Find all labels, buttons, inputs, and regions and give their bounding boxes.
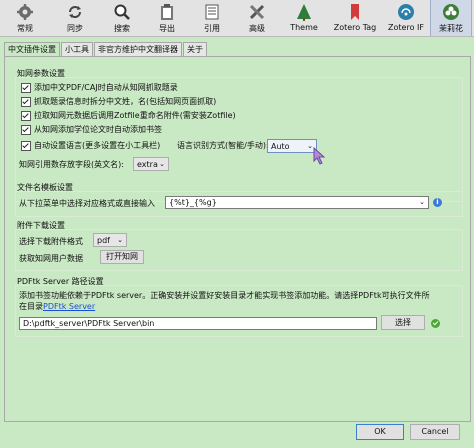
pdftk-path-input[interactable]: D:\pdftk_server\PDFtk Server\bin	[19, 317, 377, 330]
tab-tools[interactable]: 小工具	[61, 42, 93, 56]
citation-field-value: extra	[137, 160, 158, 169]
language-mode-select[interactable]: Auto ⌄	[267, 139, 317, 153]
sync-icon	[65, 2, 85, 22]
tab-unofficial-translators[interactable]: 非官方维护中文翻译器	[94, 42, 182, 56]
option-label: 抓取题录信息时拆分中文姓，名(包括知网页面抓取)	[34, 97, 217, 106]
toolbar-label: 茉莉花	[439, 24, 463, 33]
preferences-toolbar: 常规 同步 搜索 导出 引用 高级 Theme Zotero Tag Zoter…	[0, 0, 474, 37]
chevron-down-icon: ⌄	[419, 198, 425, 206]
chevron-down-icon: ⌄	[117, 236, 123, 244]
filename-label: 从下拉菜单中选择对应格式或直接输入	[19, 199, 155, 208]
checkbox[interactable]	[21, 110, 31, 121]
checkbox[interactable]	[21, 82, 31, 93]
toolbar-label: 高级	[249, 24, 265, 33]
toolbar-export[interactable]: 导出	[148, 0, 186, 36]
checkbox[interactable]	[21, 124, 31, 135]
filename-template-input[interactable]: {%t}_{%g} ⌄	[165, 196, 429, 209]
if-icon	[396, 2, 416, 22]
toolbar-search[interactable]: 搜索	[103, 0, 141, 36]
pdftk-description-line2: 在目录 PDFtk Server	[19, 301, 95, 312]
option-label: 添加中文PDF/CAJ时自动从知网抓取题录	[34, 83, 178, 92]
tab-chinese-plugin-settings[interactable]: 中文插件设置	[4, 42, 60, 57]
chevron-down-icon: ⌄	[159, 160, 165, 168]
pdftk-path-value: D:\pdftk_server\PDFtk Server\bin	[23, 319, 155, 328]
option-label: 从知网添加学位论文时自动添加书签	[34, 125, 162, 134]
toolbar-label: 导出	[159, 24, 175, 33]
citation-field-label: 知网引用数存放字段(英文名):	[19, 160, 124, 169]
jasmine-icon	[441, 2, 461, 22]
settings-tabs: 中文插件设置 小工具 非官方维护中文翻译器 关于	[4, 42, 208, 57]
mouse-cursor-icon	[313, 147, 326, 165]
open-cnki-button[interactable]: 打开知网	[100, 250, 144, 264]
download-format-value: pdf	[97, 236, 110, 245]
pdftk-description-prefix: 在目录	[19, 302, 43, 311]
checkbox[interactable]	[21, 96, 31, 107]
toolbar-advanced[interactable]: 高级	[238, 0, 276, 36]
toolbar-sync[interactable]: 同步	[56, 0, 94, 36]
toolbar-label: Theme	[290, 23, 318, 32]
option-label: 拉取知网元数据后调用Zotfile重命名附件(需安装Zotfile)	[34, 111, 236, 120]
toolbar-label: 同步	[67, 24, 83, 33]
cite-icon	[202, 2, 222, 22]
toolbar-label: Zotero Tag	[333, 23, 377, 32]
toolbar-zotero-tag[interactable]: Zotero Tag	[330, 0, 380, 36]
toolbar-cite[interactable]: 引用	[193, 0, 231, 36]
userdata-label: 获取知网用户数据	[19, 254, 83, 263]
option-split-names[interactable]: 抓取题录信息时拆分中文姓，名(包括知网页面抓取)	[21, 96, 216, 107]
option-auto-language[interactable]: 自动设置语言(更多设置在小工具栏)	[21, 140, 160, 151]
search-icon	[112, 2, 132, 22]
toolbar-label: Zotero IF	[388, 23, 424, 32]
tab-about[interactable]: 关于	[183, 42, 207, 56]
toolbar-jasmine[interactable]: 茉莉花	[430, 0, 472, 36]
download-format-label: 选择下载附件格式	[19, 237, 83, 246]
toolbar-zotero-if[interactable]: Zotero IF	[383, 0, 429, 36]
choose-path-button[interactable]: 选择	[381, 315, 425, 330]
gear-icon	[15, 2, 35, 22]
option-zotfile-rename[interactable]: 拉取知网元数据后调用Zotfile重命名附件(需安装Zotfile)	[21, 110, 236, 121]
toolbar-label: 常规	[17, 24, 33, 33]
option-thesis-bookmarks[interactable]: 从知网添加学位论文时自动添加书签	[21, 124, 162, 135]
option-label: 自动设置语言(更多设置在小工具栏)	[34, 141, 161, 150]
citation-field-select[interactable]: extra ⌄	[133, 157, 169, 171]
toolbar-theme[interactable]: Theme	[285, 0, 323, 36]
toolbar-label: 搜索	[114, 24, 130, 33]
language-mode-label: 语言识别方式(智能/手动):	[177, 141, 269, 150]
pdftk-description: 添加书签功能依赖于PDFtk server。正确安装并设置好安装目录才能实现书签…	[19, 291, 430, 300]
theme-icon	[294, 2, 314, 22]
toolbar-label: 引用	[204, 24, 220, 33]
tag-icon	[345, 2, 365, 22]
filename-template-value: {%t}_{%g}	[169, 198, 217, 207]
option-auto-fetch[interactable]: 添加中文PDF/CAJ时自动从知网抓取题录	[21, 82, 178, 93]
pdftk-server-link[interactable]: PDFtk Server	[43, 302, 95, 311]
cancel-button[interactable]: Cancel	[410, 424, 460, 440]
checkbox[interactable]	[21, 140, 31, 151]
language-mode-value: Auto	[271, 142, 290, 151]
ok-button[interactable]: OK	[356, 424, 404, 440]
info-icon[interactable]: i	[433, 198, 442, 207]
tools-icon	[247, 2, 267, 22]
settings-panel: 知网参数设置 添加中文PDF/CAJ时自动从知网抓取题录 抓取题录信息时拆分中文…	[4, 56, 471, 422]
toolbar-general[interactable]: 常规	[6, 0, 44, 36]
path-valid-check-icon	[431, 319, 440, 328]
clipboard-icon	[157, 2, 177, 22]
download-format-select[interactable]: pdf ⌄	[93, 233, 127, 247]
